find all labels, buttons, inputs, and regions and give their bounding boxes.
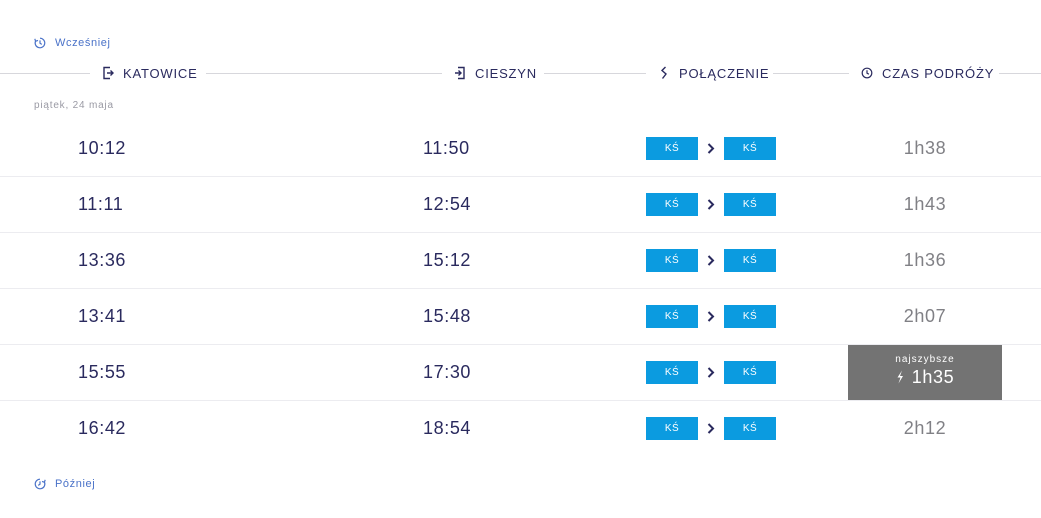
chevron-right-icon (698, 193, 724, 216)
connection-row[interactable]: 16:42 18:54 KŚ KŚ 2h12 (0, 401, 1041, 456)
connection-route: KŚ KŚ (646, 249, 776, 272)
header-duration-label: CZAS PODRÓŻY (882, 65, 995, 81)
duration-value: 1h43 (903, 194, 947, 214)
header-duration: CZAS PODRÓŻY (861, 62, 994, 84)
departure-icon (102, 66, 114, 80)
travel-duration: 1h38 (848, 121, 1002, 176)
fastest-duration: najszybsze 1h35 (848, 345, 1002, 400)
departure-time: 13:41 (78, 306, 127, 326)
arrival-icon (454, 66, 466, 80)
departure-time: 10:12 (78, 138, 127, 158)
earlier-link[interactable]: Wcześniej (34, 37, 111, 49)
duration-value: 2h07 (903, 306, 947, 326)
departure-time: 15:55 (78, 362, 127, 382)
carrier-badge: KŚ (646, 417, 698, 440)
header-divider (999, 73, 1041, 74)
arrival-time: 15:12 (423, 250, 472, 270)
connection-route: KŚ KŚ (646, 305, 776, 328)
carrier-badge: KŚ (724, 417, 776, 440)
duration-value: 1h36 (903, 250, 947, 270)
fastest-label: najszybsze (895, 353, 955, 365)
connection-row[interactable]: 11:11 12:54 KŚ KŚ 1h43 (0, 177, 1041, 233)
carrier-badge: KŚ (724, 249, 776, 272)
later-label: Później (55, 478, 96, 490)
carrier-badge: KŚ (724, 361, 776, 384)
header-divider (206, 73, 442, 74)
departure-time: 11:11 (78, 194, 124, 214)
route-icon (658, 66, 670, 80)
header-divider (544, 73, 646, 74)
chevron-right-icon (698, 361, 724, 384)
connection-route: KŚ KŚ (646, 137, 776, 160)
arrival-time: 18:54 (423, 418, 472, 438)
departure-time: 16:42 (78, 418, 127, 438)
connection-row[interactable]: 13:41 15:48 KŚ KŚ 2h07 (0, 289, 1041, 345)
header-from-label: KATOWICE (123, 65, 198, 81)
chevron-right-icon (698, 137, 724, 160)
header-divider (773, 73, 849, 74)
chevron-right-icon (698, 249, 724, 272)
travel-duration: 2h12 (848, 401, 1002, 456)
carrier-badge: KŚ (646, 137, 698, 160)
header-from: KATOWICE (102, 62, 198, 84)
arrival-time: 11:50 (423, 138, 470, 158)
connection-route: KŚ KŚ (646, 417, 776, 440)
arrival-time: 17:30 (423, 362, 472, 382)
results-header: KATOWICE CIESZYN POŁĄCZENIE CZAS PODRÓŻY (0, 62, 1041, 84)
header-connection: POŁĄCZENIE (658, 62, 769, 84)
connection-row[interactable]: 15:55 17:30 KŚ KŚ najszybsze 1h35 (0, 345, 1041, 401)
duration-value: 1h35 (911, 366, 955, 387)
carrier-badge: KŚ (646, 305, 698, 328)
carrier-badge: KŚ (724, 193, 776, 216)
connection-row[interactable]: 13:36 15:12 KŚ KŚ 1h36 (0, 233, 1041, 289)
header-to: CIESZYN (454, 62, 537, 84)
carrier-badge: KŚ (646, 249, 698, 272)
clock-icon (861, 66, 873, 80)
duration-value: 2h12 (903, 418, 947, 438)
carrier-badge: KŚ (724, 305, 776, 328)
date-label: piątek, 24 maja (34, 100, 114, 111)
travel-duration: 1h43 (848, 177, 1002, 232)
connection-row[interactable]: 10:12 11:50 KŚ KŚ 1h38 (0, 121, 1041, 177)
header-to-label: CIESZYN (475, 65, 537, 81)
departure-time: 13:36 (78, 250, 127, 270)
clock-back-icon (34, 37, 46, 49)
connection-route: KŚ KŚ (646, 361, 776, 384)
arrival-time: 12:54 (423, 194, 472, 214)
carrier-badge: KŚ (646, 361, 698, 384)
earlier-label: Wcześniej (55, 37, 111, 49)
carrier-badge: KŚ (724, 137, 776, 160)
duration-value: 1h38 (903, 138, 947, 158)
fastest-duration-line: 1h35 (896, 367, 954, 388)
connection-route: KŚ KŚ (646, 193, 776, 216)
travel-duration: 2h07 (848, 289, 1002, 344)
lightning-icon (896, 370, 904, 384)
clock-forward-icon (34, 478, 46, 490)
chevron-right-icon (698, 417, 724, 440)
carrier-badge: KŚ (646, 193, 698, 216)
chevron-right-icon (698, 305, 724, 328)
header-divider (0, 73, 90, 74)
header-connection-label: POŁĄCZENIE (679, 65, 770, 81)
connection-list: 10:12 11:50 KŚ KŚ 1h38 11:11 12:54 KŚ KŚ… (0, 121, 1041, 456)
arrival-time: 15:48 (423, 306, 472, 326)
travel-duration: 1h36 (848, 233, 1002, 288)
later-link[interactable]: Później (34, 478, 95, 490)
